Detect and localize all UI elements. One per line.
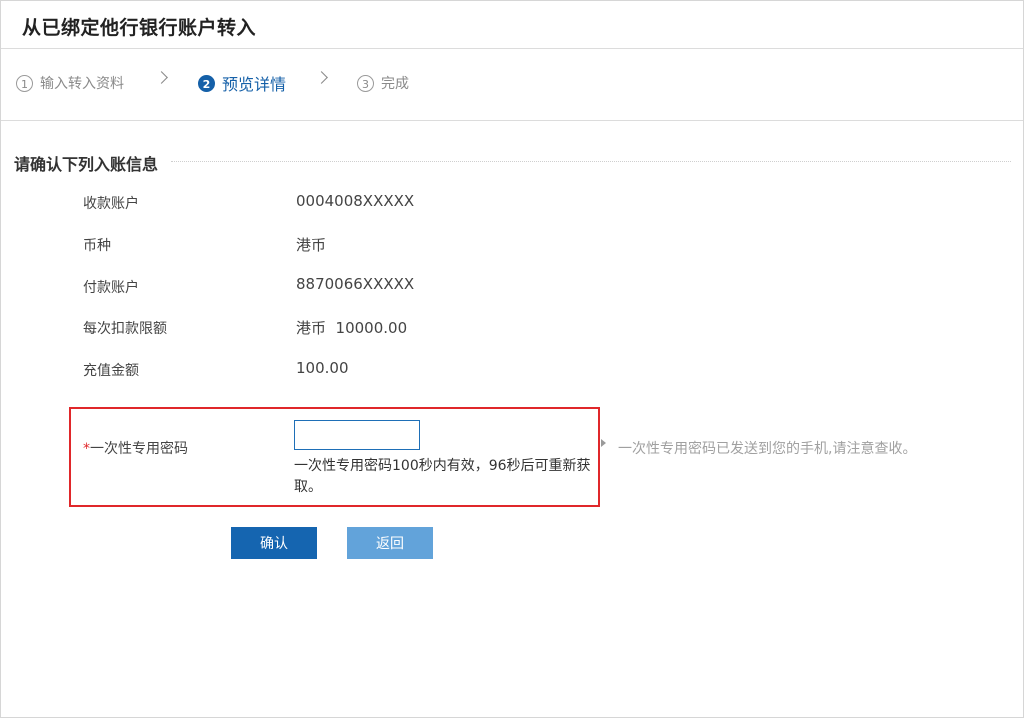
otp-input[interactable] <box>294 420 420 450</box>
page-title: 从已绑定他行银行账户转入 <box>22 17 257 39</box>
detail-value-debit-limit: 港币 10000.00 <box>296 319 408 337</box>
confirm-button[interactable]: 确认 <box>231 527 317 559</box>
otp-label-text: 一次性专用密码 <box>90 441 188 457</box>
detail-value-currency: 港币 <box>296 236 327 254</box>
chevron-right-icon <box>315 71 328 84</box>
step-1: 1 输入转入资料 <box>16 73 124 93</box>
step-3: 3 完成 <box>357 73 409 93</box>
section-divider <box>171 161 1011 162</box>
page-frame: 从已绑定他行银行账户转入 1 输入转入资料 2 预览详情 3 完成 请确认下列入… <box>0 0 1024 718</box>
detail-label-topup-amount: 充值金额 <box>83 363 139 379</box>
title-bar: 从已绑定他行银行账户转入 <box>1 1 1023 49</box>
otp-label: *一次性专用密码 <box>83 438 188 458</box>
caret-right-icon <box>601 439 606 447</box>
otp-validity-note: 一次性专用密码100秒内有效，96秒后可重新获取。 <box>294 458 591 495</box>
step-1-label: 输入转入资料 <box>40 76 124 92</box>
detail-label-paying-account: 付款账户 <box>83 280 139 296</box>
detail-value-paying-account: 8870066XXXXX <box>296 275 415 293</box>
required-mark: * <box>83 441 90 457</box>
otp-sent-tip: 一次性专用密码已发送到您的手机,请注意查收。 <box>618 441 917 457</box>
step-3-number: 3 <box>357 74 374 92</box>
step-3-label: 完成 <box>381 76 409 92</box>
step-2: 2 预览详情 <box>198 73 287 94</box>
chevron-right-icon <box>155 71 168 84</box>
section-heading: 请确认下列入账信息 <box>14 155 159 174</box>
step-2-label: 预览详情 <box>222 75 287 94</box>
detail-label-receiving-account: 收款账户 <box>83 196 139 212</box>
detail-label-currency: 币种 <box>83 238 111 254</box>
step-2-number: 2 <box>198 74 215 92</box>
step-1-number: 1 <box>16 74 33 92</box>
detail-value-receiving-account: 0004008XXXXX <box>296 192 415 210</box>
back-button[interactable]: 返回 <box>347 527 433 559</box>
detail-value-topup-amount: 100.00 <box>296 359 349 377</box>
detail-label-debit-limit: 每次扣款限额 <box>83 321 167 337</box>
step-indicator: 1 输入转入资料 2 预览详情 3 完成 <box>1 49 1023 121</box>
